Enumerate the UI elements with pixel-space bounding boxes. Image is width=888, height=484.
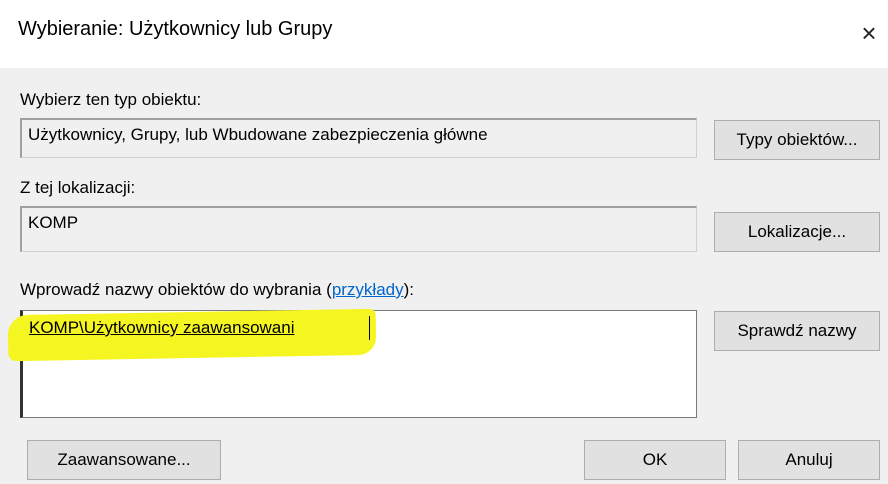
advanced-button[interactable]: Zaawansowane... (27, 440, 221, 480)
names-label-suffix: ): (403, 280, 415, 299)
title-bar: Wybieranie: Użytkownicy lub Grupy × (0, 0, 888, 68)
object-types-button[interactable]: Typy obiektów... (714, 120, 880, 160)
close-icon[interactable]: × (850, 10, 888, 56)
object-type-field: Użytkownicy, Grupy, lub Wbudowane zabezp… (20, 118, 697, 158)
examples-link[interactable]: przykłady (332, 280, 404, 299)
names-label: Wprowadź nazwy obiektów do wybrania (prz… (20, 280, 414, 300)
cancel-button[interactable]: Anuluj (738, 440, 880, 480)
locations-button[interactable]: Lokalizacje... (714, 212, 880, 252)
window-title: Wybieranie: Użytkownicy lub Grupy (18, 18, 333, 40)
location-label: Z tej lokalizacji: (20, 178, 136, 197)
names-label-prefix: Wprowadź nazwy obiektów do wybrania ( (20, 280, 332, 299)
ok-button[interactable]: OK (584, 440, 726, 480)
check-names-button[interactable]: Sprawdź nazwy (714, 311, 880, 351)
object-type-label: Wybierz ten typ obiektu: (20, 90, 202, 109)
location-field: KOMP (20, 206, 697, 252)
text-caret (369, 316, 370, 340)
names-input-value: KOMP\Użytkownicy zaawansowani (29, 318, 295, 337)
